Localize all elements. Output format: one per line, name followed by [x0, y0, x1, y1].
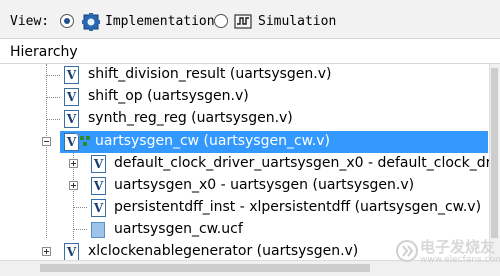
verilog-file-icon: V [64, 88, 79, 106]
expand-toggle[interactable] [69, 181, 78, 190]
tree-item-label: uartsysgen_cw (uartsysgen_cw.v) [95, 133, 331, 149]
hierarchy-title: Hierarchy [10, 44, 78, 60]
tree-item[interactable]: V shift_division_result (uartsysgen.v) [0, 64, 490, 86]
collapse-toggle[interactable] [42, 137, 51, 146]
view-label: View: [10, 14, 50, 29]
view-toolbar: View: Implementation Simulation [0, 0, 500, 39]
expand-toggle[interactable] [69, 159, 78, 168]
horizontal-scroll-thumb[interactable] [40, 264, 370, 272]
watermark-logo-icon [396, 240, 418, 262]
tree-item-label: default_clock_driver_uartsysgen_x0 - def… [114, 155, 500, 171]
tree-item[interactable]: V uartsysgen_x0 - uartsysgen (uartsysgen… [0, 175, 490, 197]
tree-item-label: shift_division_result (uartsysgen.v) [88, 66, 332, 82]
implementation-gear-icon [82, 13, 100, 31]
implementation-label[interactable]: Implementation [105, 14, 215, 29]
ucf-file-icon [91, 222, 105, 238]
verilog-file-icon: V [64, 110, 79, 128]
expand-toggle[interactable] [42, 247, 51, 256]
implementation-radio[interactable] [60, 14, 74, 28]
tree-item[interactable]: V shift_op (uartsysgen.v) [0, 86, 490, 108]
tree-item[interactable]: V synth_reg_reg (uartsysgen.v) [0, 108, 490, 130]
hierarchy-tree[interactable]: V shift_division_result (uartsysgen.v) V… [0, 64, 500, 261]
vertical-scroll-thumb[interactable] [491, 68, 498, 238]
simulation-radio[interactable] [214, 14, 228, 28]
tree-item-label: persistentdff_inst - xlpersistentdff (ua… [114, 199, 482, 215]
watermark-url: www.elecfans.com [420, 255, 500, 265]
verilog-file-icon: V [64, 243, 79, 261]
tree-item-label: shift_op (uartsysgen.v) [88, 88, 249, 104]
verilog-file-icon: V [64, 66, 79, 84]
simulation-label[interactable]: Simulation [258, 14, 336, 29]
tree-item-label: uartsysgen_cw.ucf [114, 221, 243, 237]
tree-item-label: synth_reg_reg (uartsysgen.v) [88, 110, 293, 126]
watermark-text: 电子发烧友 [420, 238, 496, 256]
tree-item[interactable]: V default_clock_driver_uartsysgen_x0 - d… [0, 153, 500, 175]
simulation-icon [234, 14, 252, 29]
watermark: 电子发烧友 www.elecfans.com [396, 236, 500, 270]
tree-item-label: xlclockenablegenerator (uartsysgen.v) [88, 243, 359, 259]
verilog-file-icon: V [91, 155, 106, 173]
tree-item-selected[interactable]: V uartsysgen_cw (uartsysgen_cw.v) [0, 131, 490, 153]
top-module-marker-icon [80, 136, 90, 146]
tree-item[interactable]: V persistentdff_inst - xlpersistentdff (… [0, 197, 490, 219]
verilog-top-module-icon: V [64, 133, 79, 151]
verilog-file-icon: V [91, 177, 106, 195]
vertical-scrollbar[interactable] [489, 64, 500, 260]
tree-item-label: uartsysgen_x0 - uartsysgen (uartsysgen.v… [114, 177, 415, 193]
verilog-file-icon: V [91, 199, 106, 217]
